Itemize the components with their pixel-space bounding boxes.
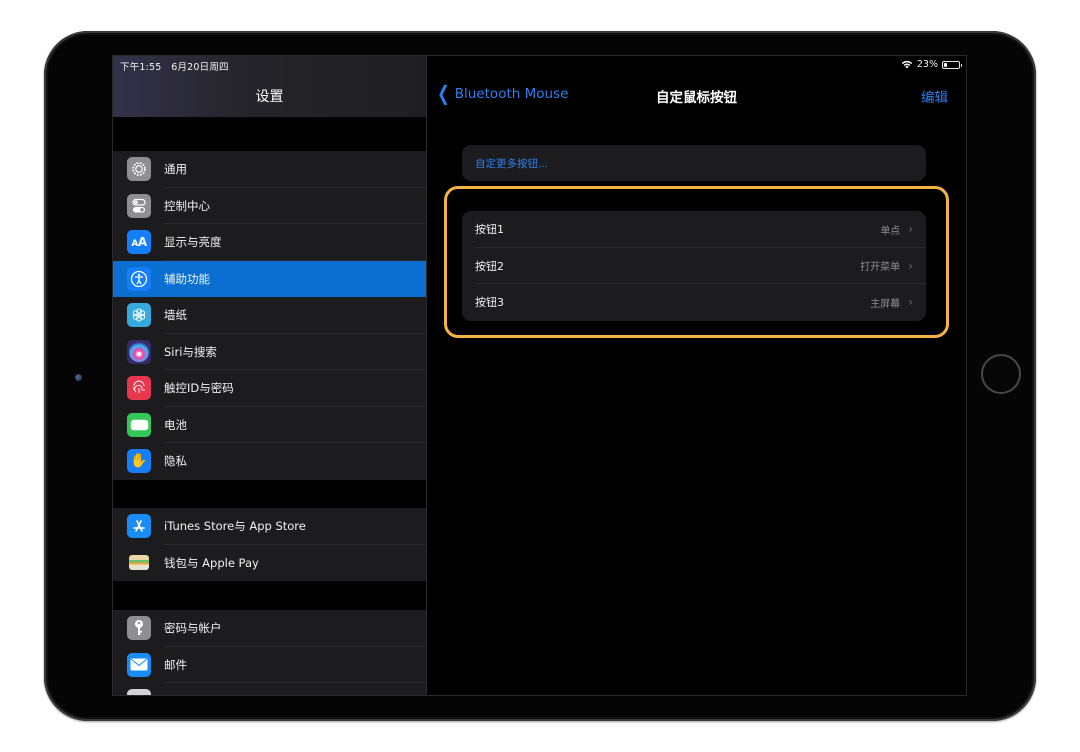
- sidebar-item-label: 电池: [164, 417, 187, 432]
- siri-icon: [127, 339, 151, 364]
- mouse-button-action: 主屏幕: [870, 298, 901, 310]
- sidebar-item[interactable]: Siri与搜索: [113, 334, 426, 370]
- battery-fill: [944, 62, 948, 67]
- sidebar-item[interactable]: 邮件: [113, 647, 426, 683]
- status-right: 23%: [901, 59, 962, 70]
- sidebar-item-label: 辅助功能: [164, 271, 210, 286]
- mouse-button-row[interactable]: 按钮1 单点 ›: [462, 211, 926, 248]
- gear-icon: [127, 157, 151, 182]
- battery-percent: 23%: [916, 59, 938, 70]
- accessibility-icon: [127, 266, 151, 291]
- sidebar-item-label: 钱包与 Apple Pay: [164, 555, 259, 570]
- front-camera: [75, 374, 82, 381]
- sidebar-item[interactable]: 触控ID与密码: [113, 370, 426, 407]
- sidebar-item-label: 通用: [164, 162, 187, 177]
- settings-group-1: 通用控制中心 AA 显示与亮度辅助功能墙纸 Siri与搜索触控ID与密码 电池 ✋ 隐私: [113, 151, 426, 480]
- ipad-screen: 下午1:55 6月20日周四 设置 通用控制中心 AA 显示与亮度辅助功能墙纸 Sir…: [112, 55, 967, 696]
- chevron-right-icon: ›: [908, 295, 913, 310]
- app-store-icon: [127, 514, 151, 539]
- text-size-icon: AA: [127, 230, 151, 255]
- customize-more-buttons-link[interactable]: 自定更多按钮...: [462, 145, 926, 181]
- sidebar-item-label: Siri与搜索: [164, 344, 217, 359]
- chevron-right-icon: ›: [908, 222, 913, 237]
- settings-sidebar: 下午1:55 6月20日周四 设置 通用控制中心 AA 显示与亮度辅助功能墙纸 Sir…: [113, 56, 427, 695]
- sidebar-item-label: 邮件: [164, 657, 187, 672]
- sidebar-item-label: iTunes Store与 App Store: [164, 519, 306, 534]
- mouse-button-row[interactable]: 按钮2 打开菜单 ›: [462, 248, 926, 284]
- customize-more-card: 自定更多按钮...: [462, 145, 926, 181]
- settings-group-3: 密码与帐户 邮件: [113, 610, 426, 695]
- status-time: 下午1:55: [120, 62, 162, 73]
- mail-icon: [127, 652, 151, 677]
- sidebar-item[interactable]: 通用: [113, 151, 426, 188]
- key-icon: [127, 616, 151, 641]
- mouse-button-name: 按钮2: [475, 259, 504, 273]
- settings-group-2: iTunes Store与 App Store 钱包与 Apple Pay: [113, 508, 426, 581]
- sidebar-item[interactable]: [113, 683, 426, 695]
- contacts-icon: [127, 689, 151, 695]
- sidebar-item[interactable]: iTunes Store与 App Store: [113, 508, 426, 545]
- mouse-button-row[interactable]: 按钮3 主屏幕 ›: [462, 284, 926, 321]
- mouse-button-action: 单点: [880, 225, 901, 237]
- wifi-icon: [901, 60, 913, 69]
- sidebar-item[interactable]: 电池: [113, 407, 426, 443]
- sidebar-title: 设置: [255, 89, 284, 105]
- sidebar-item-label: 触控ID与密码: [164, 381, 234, 396]
- sidebar-item[interactable]: AA 显示与亮度: [113, 224, 426, 261]
- sidebar-item-label: 密码与帐户: [164, 621, 222, 636]
- page-title: 自定鼠标按钮: [656, 90, 737, 106]
- mouse-button-action: 打开菜单: [860, 262, 901, 274]
- detail-pane: 23% ❮ Bluetooth Mouse 自定鼠标按钮 编辑 自定更多按钮..…: [427, 56, 966, 695]
- status-time-date: 下午1:55 6月20日周四: [120, 59, 229, 73]
- sidebar-header: 下午1:55 6月20日周四 设置: [113, 56, 426, 117]
- battery-icon: [127, 412, 151, 437]
- mouse-button-name: 按钮3: [475, 296, 504, 310]
- sidebar-item-label: 隐私: [164, 454, 187, 469]
- wallet-icon: [127, 550, 151, 575]
- sidebar-item-label: 墙纸: [164, 308, 187, 323]
- sidebar-item-label: 控制中心: [164, 198, 210, 213]
- sidebar-item[interactable]: 辅助功能: [113, 260, 426, 297]
- mouse-buttons-list: 按钮1 单点 › 按钮2 打开菜单 › 按钮3 主屏幕 ›: [462, 211, 926, 321]
- sidebar-item-label: 显示与亮度: [164, 235, 222, 250]
- mouse-button-name: 按钮1: [475, 223, 504, 237]
- toggles-icon: [127, 193, 151, 218]
- sidebar-item[interactable]: 钱包与 Apple Pay: [113, 545, 426, 582]
- home-button[interactable]: [981, 354, 1021, 394]
- sidebar-item[interactable]: ✋ 隐私: [113, 443, 426, 480]
- sidebar-item[interactable]: 密码与帐户: [113, 610, 426, 647]
- wallpaper-flower-icon: [127, 303, 151, 328]
- hand-icon: ✋: [127, 449, 151, 474]
- sidebar-item[interactable]: 墙纸: [113, 297, 426, 334]
- edit-button[interactable]: 编辑: [921, 86, 948, 106]
- battery-indicator-icon: [942, 60, 962, 69]
- status-date: 6月20日周四: [171, 62, 229, 73]
- chevron-right-icon: ›: [908, 258, 913, 273]
- fingerprint-icon: [127, 376, 151, 401]
- sidebar-item[interactable]: 控制中心: [113, 188, 426, 224]
